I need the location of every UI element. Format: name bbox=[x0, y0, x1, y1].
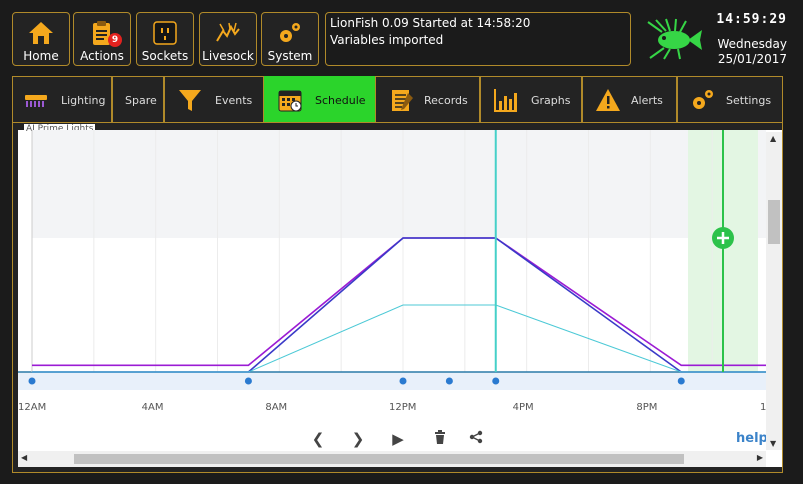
tab-settings-label: Settings bbox=[726, 94, 772, 107]
system-label: System bbox=[267, 49, 313, 63]
coral-icon bbox=[216, 22, 240, 42]
timeline-marker[interactable] bbox=[399, 377, 407, 385]
scroll-left-icon[interactable]: ◀ bbox=[21, 453, 27, 462]
share-icon bbox=[469, 430, 483, 444]
sockets-button[interactable]: Sockets bbox=[136, 12, 194, 66]
play-button[interactable]: ▶ bbox=[388, 430, 408, 448]
delete-button[interactable] bbox=[430, 430, 450, 448]
tab-events-label: Events bbox=[215, 94, 253, 107]
status-line-1: LionFish 0.09 Started at 14:58:20 bbox=[330, 16, 531, 30]
clock: 14:59:29 Wednesday 25/01/2017 bbox=[716, 12, 787, 67]
timeline-marker[interactable] bbox=[445, 377, 453, 385]
horizontal-scroll-thumb[interactable] bbox=[74, 454, 684, 464]
sockets-label: Sockets bbox=[141, 49, 189, 63]
x-tick-label: 4PM bbox=[512, 402, 534, 413]
tab-schedule-label: Schedule bbox=[315, 94, 366, 107]
x-tick-label: 8AM bbox=[265, 402, 288, 413]
horizontal-scrollbar[interactable]: ◀ ▶ bbox=[18, 451, 766, 467]
notepad-icon bbox=[392, 90, 413, 111]
tab-alerts-label: Alerts bbox=[631, 94, 663, 107]
prev-button[interactable]: ❮ bbox=[308, 430, 328, 448]
gears-icon bbox=[693, 90, 713, 109]
actions-button[interactable]: 9 Actions bbox=[73, 12, 131, 66]
home-label: Home bbox=[23, 49, 59, 63]
help-link[interactable]: help bbox=[736, 431, 768, 446]
tab-graphs[interactable]: Graphs bbox=[480, 76, 582, 122]
actions-badge: 9 bbox=[108, 33, 122, 47]
clock-date: 25/01/2017 bbox=[717, 52, 787, 66]
x-tick-label: 12PM bbox=[389, 402, 417, 413]
status-line-2: Variables imported bbox=[330, 33, 444, 47]
timeline-marker[interactable] bbox=[677, 377, 685, 385]
vertical-scrollbar[interactable]: ▲ ▼ bbox=[766, 132, 782, 450]
tab-lighting[interactable]: Lighting bbox=[12, 76, 112, 122]
timeline-marker[interactable] bbox=[28, 377, 36, 385]
home-icon bbox=[29, 22, 53, 44]
series-line-2 bbox=[32, 237, 766, 373]
status-log: LionFish 0.09 Started at 14:58:20 Variab… bbox=[325, 12, 631, 66]
tab-spare[interactable]: Spare bbox=[112, 76, 164, 122]
funnel-icon bbox=[179, 90, 201, 111]
upper-band bbox=[32, 130, 766, 238]
timeline-marker[interactable] bbox=[244, 377, 252, 385]
calendar-icon bbox=[278, 90, 302, 112]
scroll-down-icon[interactable]: ▼ bbox=[770, 439, 776, 448]
tab-alerts[interactable]: Alerts bbox=[582, 76, 677, 122]
livestock-button[interactable]: Livesock bbox=[199, 12, 257, 66]
light-bar-icon bbox=[25, 95, 47, 107]
timeline-band bbox=[18, 372, 766, 390]
actions-label: Actions bbox=[80, 49, 124, 63]
clock-day: Wednesday bbox=[717, 37, 787, 51]
tab-records-label: Records bbox=[424, 94, 468, 107]
lionfish-logo-icon bbox=[647, 18, 702, 60]
livestock-label: Livesock bbox=[202, 49, 254, 63]
add-point-button[interactable] bbox=[712, 227, 734, 249]
tab-settings[interactable]: Settings bbox=[677, 76, 783, 122]
next-button[interactable]: ❯ bbox=[348, 430, 368, 448]
bar-chart-icon bbox=[494, 89, 517, 112]
x-tick-label: 4AM bbox=[141, 402, 164, 413]
trash-icon bbox=[435, 430, 445, 444]
socket-icon bbox=[153, 21, 177, 45]
scroll-right-icon[interactable]: ▶ bbox=[757, 453, 763, 462]
tab-spare-label: Spare bbox=[125, 94, 157, 107]
vertical-scroll-thumb[interactable] bbox=[768, 200, 780, 244]
scroll-up-icon[interactable]: ▲ bbox=[770, 134, 776, 143]
share-button[interactable] bbox=[466, 430, 486, 448]
series-line-1 bbox=[32, 237, 766, 367]
tab-events[interactable]: Events bbox=[164, 76, 264, 122]
x-tick-label: 8PM bbox=[636, 402, 658, 413]
warning-icon bbox=[596, 89, 620, 111]
home-button[interactable]: Home bbox=[12, 12, 70, 66]
tab-lighting-label: Lighting bbox=[61, 94, 106, 107]
series-line-3 bbox=[32, 304, 766, 373]
tab-bar: Lighting Spare Events Schedule Records G… bbox=[12, 76, 783, 122]
tab-graphs-label: Graphs bbox=[531, 94, 571, 107]
clock-time: 14:59:29 bbox=[716, 12, 787, 27]
tab-schedule[interactable]: Schedule bbox=[264, 76, 375, 122]
tab-records[interactable]: Records bbox=[375, 76, 480, 122]
x-tick-label: 12AM bbox=[18, 402, 47, 413]
timeline-marker[interactable] bbox=[492, 377, 500, 385]
system-button[interactable]: System bbox=[261, 12, 319, 66]
gears-icon bbox=[280, 23, 300, 42]
